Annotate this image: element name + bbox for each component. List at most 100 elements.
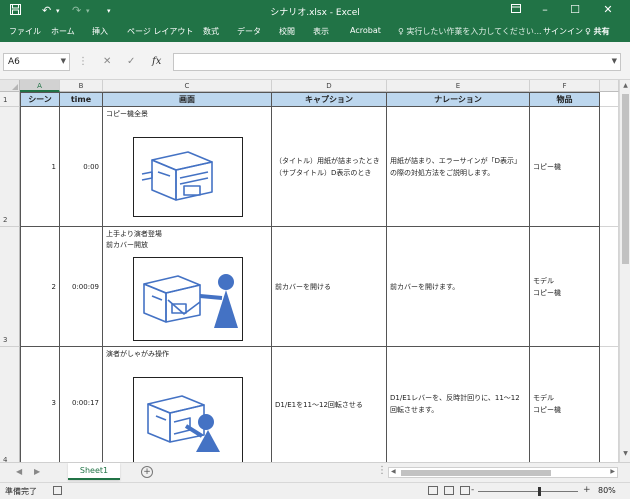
expand-formula-icon[interactable]: ▼ [612, 57, 617, 65]
table-row-3-items[interactable]: モデル コピー機 [530, 347, 600, 462]
table-row-1-narration[interactable]: 用紙が詰まり、エラーサインが「D表示」の際の対処方法をご説明します。 [387, 107, 530, 227]
horizontal-scroll-thumb[interactable] [401, 470, 551, 476]
vertical-scroll-thumb[interactable] [622, 94, 629, 264]
table-row-3-screen[interactable]: 演者がしゃがみ操作 [103, 347, 272, 462]
header-caption[interactable]: キャプション [272, 92, 387, 107]
chevron-down-icon[interactable]: ▼ [61, 57, 66, 65]
formula-bar-grip-icon: ⋮ [78, 56, 88, 67]
row-header-2[interactable]: 2 [0, 107, 20, 227]
share-button[interactable]: ♀ 共有 [585, 26, 610, 37]
scroll-left-icon[interactable]: ◀ [391, 468, 396, 475]
tab-split-grip-icon[interactable]: ⋮ [377, 465, 387, 476]
horizontal-scrollbar[interactable]: ◀ ▶ [388, 467, 618, 478]
table-row-1-scene[interactable]: 1 [20, 107, 60, 227]
column-header-a[interactable]: A [20, 80, 60, 92]
open-cover-illustration[interactable] [133, 257, 243, 341]
status-text: 準備完了 [5, 487, 37, 496]
copier-icon [141, 151, 213, 201]
column-header-c[interactable]: C [103, 80, 272, 92]
maximize-icon[interactable]: ☐ [563, 3, 587, 16]
vertical-scrollbar[interactable]: ▲ ▼ [619, 80, 630, 462]
table-row-1-screen[interactable]: コピー機全景 [103, 107, 272, 227]
ribbon-display-icon[interactable] [504, 3, 528, 16]
column-header-b[interactable]: B [60, 80, 103, 92]
table-row-3-time[interactable]: 0:00:17 [60, 347, 103, 462]
page-break-view-icon[interactable] [460, 486, 470, 495]
insert-function-icon[interactable]: fx [152, 56, 161, 67]
row-header-4[interactable]: 4 [0, 347, 20, 462]
name-box-value: A6 [8, 57, 20, 67]
row-header-3[interactable]: 3 [0, 227, 20, 347]
header-screen[interactable]: 画面 [103, 92, 272, 107]
table-row-1-items[interactable]: コピー機 [530, 107, 600, 227]
header-narration[interactable]: ナレーション [387, 92, 530, 107]
page-layout-view-icon[interactable] [444, 486, 454, 495]
table-row-2-items[interactable]: モデル コピー機 [530, 227, 600, 347]
screen-description: 上手より演者登場 前カバー開放 [106, 230, 162, 249]
table-row-3-caption[interactable]: D1/E1を11～12回転させる [272, 347, 387, 462]
macro-record-icon[interactable] [53, 486, 62, 495]
column-header-d[interactable]: D [272, 80, 387, 92]
row-header-1[interactable]: 1 [0, 92, 20, 107]
tab-insert[interactable]: 挿入 [92, 26, 108, 37]
tab-page-layout[interactable]: ページ レイアウト [127, 26, 193, 37]
column-header-f[interactable]: F [530, 80, 600, 92]
formula-input[interactable]: ▼ [173, 53, 621, 71]
tab-formulas[interactable]: 数式 [203, 26, 219, 37]
cell-g2[interactable] [600, 107, 619, 227]
table-row-2-scene[interactable]: 2 [20, 227, 60, 347]
tab-file[interactable]: ファイル [9, 26, 41, 37]
formula-bar: A6 ▼ ⋮ ✕ ✓ fx ▼ [0, 42, 630, 80]
table-row-2-narration[interactable]: 前カバーを開けます。 [387, 227, 530, 347]
zoom-out-icon[interactable]: - [471, 485, 474, 495]
table-row-3-narration[interactable]: D1/E1レバーを、反時計回りに、11～12回転させます。 [387, 347, 530, 462]
table-row-2-time[interactable]: 0:00:09 [60, 227, 103, 347]
name-box[interactable]: A6 ▼ [3, 53, 70, 71]
crouching-operation-illustration[interactable] [133, 377, 243, 462]
header-items[interactable]: 物品 [530, 92, 600, 107]
header-scene[interactable]: シーン [20, 92, 60, 107]
table-row-2-screen[interactable]: 上手より演者登場 前カバー開放 [103, 227, 272, 347]
status-bar: 準備完了 - + 80% [0, 482, 630, 499]
normal-view-icon[interactable] [428, 486, 438, 495]
sign-in-link[interactable]: サインイン [543, 26, 583, 37]
scroll-down-icon[interactable]: ▼ [620, 450, 630, 460]
column-header-g[interactable] [600, 80, 619, 92]
table-row-2-caption[interactable]: 前カバーを開ける [272, 227, 387, 347]
copier-illustration[interactable] [133, 137, 243, 217]
tab-home[interactable]: ホーム [51, 26, 75, 37]
person-crouching-icon [147, 395, 220, 452]
add-sheet-icon[interactable]: + [141, 466, 153, 478]
cell-g1[interactable] [600, 92, 619, 107]
cell-g3[interactable] [600, 227, 619, 347]
zoom-slider-knob[interactable] [538, 487, 541, 496]
header-time[interactable]: time [60, 92, 103, 107]
zoom-slider[interactable] [478, 491, 578, 492]
minimize-icon[interactable]: – [533, 3, 557, 16]
tab-review[interactable]: 校閲 [279, 26, 295, 37]
worksheet-grid[interactable]: A B C D E F 1 2 3 4 シーン time 画面 キャプション ナ… [0, 80, 630, 462]
sheet-next-icon[interactable]: ▶ [34, 467, 40, 476]
screen-description: コピー機全景 [106, 110, 148, 118]
column-header-e[interactable]: E [387, 80, 530, 92]
person-opening-copier-icon [143, 274, 238, 328]
sheet-tab-sheet1[interactable]: Sheet1 [68, 463, 120, 480]
tab-data[interactable]: データ [237, 26, 261, 37]
tell-me-input[interactable]: ♀ 実行したい作業を入力してください... [398, 26, 542, 37]
enter-icon[interactable]: ✓ [127, 56, 135, 67]
tab-view[interactable]: 表示 [313, 26, 329, 37]
cell-g4[interactable] [600, 347, 619, 462]
scroll-up-icon[interactable]: ▲ [620, 82, 630, 92]
table-row-1-caption[interactable]: （タイトル）用紙が詰まったとき （サブタイトル）D表示のとき [272, 107, 387, 227]
screen-description: 演者がしゃがみ操作 [106, 350, 169, 358]
scroll-right-icon[interactable]: ▶ [610, 468, 615, 475]
select-all-button[interactable] [0, 80, 20, 92]
sheet-prev-icon[interactable]: ◀ [16, 467, 22, 476]
close-icon[interactable]: ✕ [596, 3, 620, 16]
table-row-3-scene[interactable]: 3 [20, 347, 60, 462]
tab-acrobat[interactable]: Acrobat [350, 26, 381, 35]
zoom-level[interactable]: 80% [598, 486, 616, 495]
zoom-in-icon[interactable]: + [583, 485, 591, 495]
table-row-1-time[interactable]: 0:00 [60, 107, 103, 227]
cancel-icon[interactable]: ✕ [103, 56, 111, 67]
